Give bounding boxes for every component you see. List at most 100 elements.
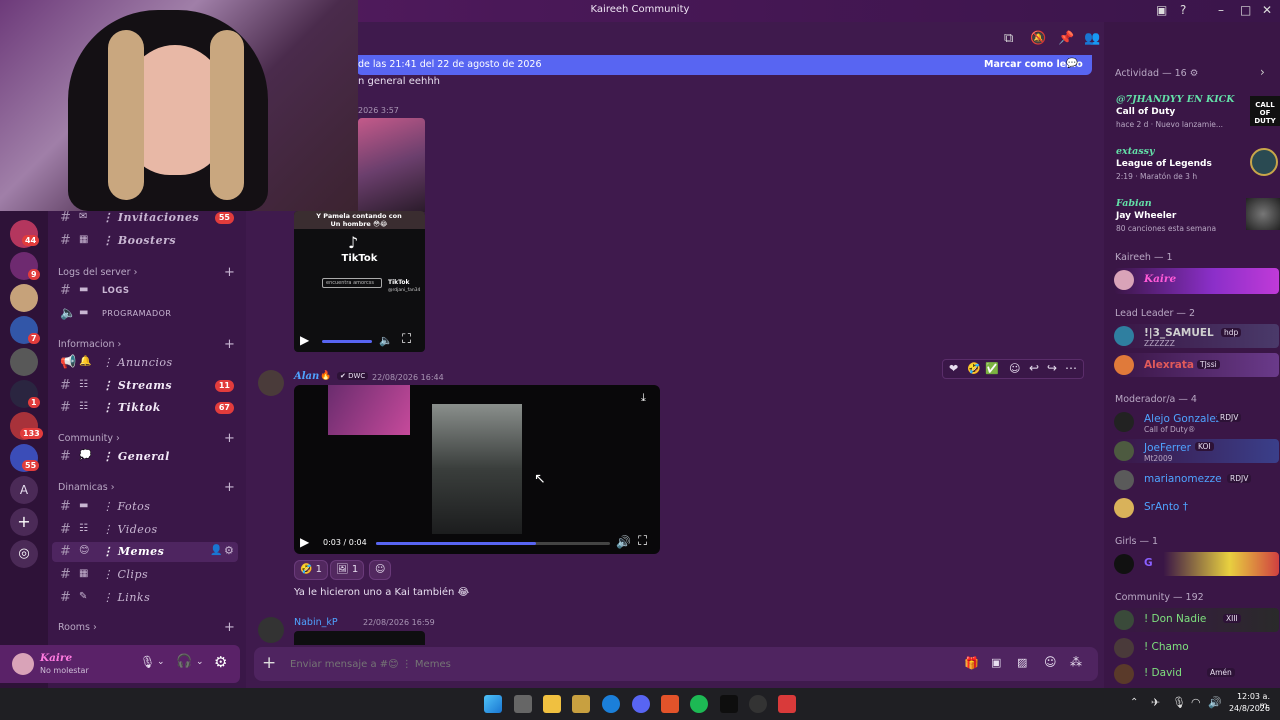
obs-icon[interactable] xyxy=(749,695,767,713)
channel-fotos[interactable]: # ▬ ⋮ Fotos xyxy=(48,497,238,517)
chevron-down-icon[interactable]: ⌄ xyxy=(157,657,165,667)
member-item[interactable]: ! Chamo xyxy=(1114,636,1279,660)
chevron-up-icon[interactable]: ⌃ xyxy=(1130,697,1138,708)
invite-icon[interactable]: 👤 xyxy=(210,545,222,556)
chevron-down-icon[interactable]: ⌄ xyxy=(196,657,204,667)
member-item[interactable]: Alejo Gonzalez RDJV Call of Duty® xyxy=(1114,410,1279,434)
mute-icon[interactable]: 🔕 xyxy=(1030,31,1046,46)
settings-icon[interactable]: ⚙ xyxy=(224,544,234,557)
video-progress[interactable] xyxy=(376,542,610,545)
video-player[interactable]: ⤓ ↖ ▶ 0:03 / 0:04 🔊 ⛶ xyxy=(294,385,660,554)
category-logs[interactable]: Logs del server › + xyxy=(58,265,238,280)
server-icon[interactable] xyxy=(10,348,38,376)
channel-clips[interactable]: # ▦ ⋮ Clips xyxy=(48,565,238,585)
volume-icon[interactable]: 🔊 xyxy=(1208,696,1222,709)
kick-icon[interactable] xyxy=(720,695,738,713)
activity-card[interactable]: extassy League of Legends 2:19 · Maratón… xyxy=(1114,146,1279,182)
channel-invitaciones[interactable]: # ✉ ⋮ Invitaciones 55 xyxy=(48,208,238,228)
headphones-icon[interactable]: 🎧 xyxy=(176,654,192,669)
reaction[interactable]: 🤣 1 xyxy=(294,560,329,580)
close-button[interactable]: ✕ xyxy=(1262,3,1272,17)
microphone-icon[interactable]: 🎙 xyxy=(140,655,155,669)
file-explorer-icon[interactable] xyxy=(543,695,561,713)
activity-card[interactable]: @7JHANDYY EN KICK Call of Duty hace 2 d … xyxy=(1114,94,1280,130)
member-item[interactable]: marianomezze RDJV xyxy=(1114,468,1279,492)
channel-anuncios[interactable]: 📢 🔔 ⋮ Anuncios xyxy=(48,353,238,373)
channel-boosters[interactable]: # ▦ ⋮ Boosters xyxy=(48,231,238,251)
channel-memes[interactable]: # 😊 ⋮ Memes 👤 ⚙ xyxy=(52,542,238,562)
gif-icon[interactable]: ▣ xyxy=(991,656,1001,669)
laugh-icon[interactable]: 🤣 xyxy=(967,362,981,375)
app-icon[interactable] xyxy=(778,695,796,713)
category-community[interactable]: Community › + xyxy=(58,431,238,446)
sticker-icon[interactable]: ▨ xyxy=(1017,656,1027,669)
wifi-icon[interactable]: ◠ xyxy=(1191,696,1201,709)
brave-icon[interactable] xyxy=(661,695,679,713)
threads-icon[interactable]: ⧉ xyxy=(1004,31,1013,46)
clock-date[interactable]: 24/8/2026 xyxy=(1226,704,1270,713)
message-author[interactable]: Nabin_kP xyxy=(294,617,338,628)
channel-tiktok[interactable]: # ☷ ⋮ Tiktok 67 xyxy=(48,398,238,418)
avatar[interactable] xyxy=(258,617,284,643)
network-icon[interactable]: ✈ xyxy=(1151,696,1160,709)
microphone-icon[interactable]: 🎙 xyxy=(1172,696,1186,709)
channel-programador[interactable]: 🔈 ▬ PROGRAMADOR xyxy=(48,304,238,324)
chevron-right-icon[interactable]: › xyxy=(1260,65,1265,79)
start-icon[interactable] xyxy=(484,695,502,713)
avatar[interactable] xyxy=(12,653,34,675)
add-channel-icon[interactable]: + xyxy=(224,480,235,495)
volume-icon[interactable]: 🔊 xyxy=(616,535,631,549)
member-item[interactable]: ! Don Nadie XIII xyxy=(1114,608,1279,632)
play-icon[interactable]: ▶ xyxy=(300,333,309,347)
maximize-button[interactable]: □ xyxy=(1240,3,1251,17)
video-preview[interactable] xyxy=(294,631,425,645)
pin-icon[interactable]: 📌 xyxy=(1058,31,1074,46)
server-icon[interactable] xyxy=(10,284,38,312)
emoji-icon[interactable]: ☺ xyxy=(1044,655,1057,669)
inbox-icon[interactable]: ▣ xyxy=(1156,3,1167,17)
avatar[interactable] xyxy=(258,370,284,396)
apps-icon[interactable]: ⁂ xyxy=(1070,655,1082,669)
volume-icon[interactable]: 🔈 xyxy=(379,334,393,347)
download-icon[interactable]: ⤓ xyxy=(641,391,646,405)
tiktok-video[interactable]: Y Pamela contando con Un hombre 😳😂 ♪ Tik… xyxy=(294,211,425,352)
channel-logs[interactable]: # ▬ LOGS xyxy=(48,281,238,301)
add-channel-icon[interactable]: + xyxy=(224,431,235,446)
activity-card[interactable]: Fabian Jay Wheeler 80 canciones esta sem… xyxy=(1114,198,1280,234)
add-reaction-button[interactable]: ☺ xyxy=(369,560,391,580)
fullscreen-icon[interactable]: ⛶ xyxy=(402,332,411,347)
member-item[interactable]: ! David Amén xyxy=(1114,662,1279,686)
channel-videos[interactable]: # ☷ ⋮ Videos xyxy=(48,520,238,540)
help-icon[interactable]: ? xyxy=(1180,3,1186,17)
category-dinamicas[interactable]: Dinamicas › + xyxy=(58,480,238,495)
member-item[interactable]: G xyxy=(1114,552,1279,576)
task-view-icon[interactable] xyxy=(514,695,532,713)
member-item[interactable]: Alexrata TJssi xyxy=(1114,353,1279,377)
user-settings-icon[interactable]: ⚙ xyxy=(214,653,227,671)
channel-links[interactable]: # ✎ ⋮ Links xyxy=(48,588,238,608)
volume-slider[interactable] xyxy=(322,340,372,343)
gift-icon[interactable]: 🎁 xyxy=(964,656,979,670)
member-item[interactable]: JoeFerrer KOI Mt2009 xyxy=(1114,439,1279,463)
add-server-icon[interactable]: + xyxy=(10,508,38,536)
member-item[interactable]: Kaire xyxy=(1114,268,1279,294)
attach-icon[interactable]: + xyxy=(262,653,276,673)
channel-general[interactable]: # 💭 ⋮ General xyxy=(48,447,238,467)
fullscreen-icon[interactable]: ⛶ xyxy=(638,534,647,549)
store-icon[interactable] xyxy=(572,695,590,713)
edge-icon[interactable] xyxy=(602,695,620,713)
forward-icon[interactable]: ↪ xyxy=(1047,361,1057,375)
heart-icon[interactable]: ❤ xyxy=(949,362,958,375)
channel-streams[interactable]: # ☷ ⋮ Streams 11 xyxy=(48,376,238,396)
spotify-icon[interactable] xyxy=(690,695,708,713)
more-icon[interactable]: ⋯ xyxy=(1065,361,1077,375)
reaction[interactable]: 🖼 1 xyxy=(330,560,365,580)
discord-icon[interactable] xyxy=(632,695,650,713)
server-letter-a[interactable]: A xyxy=(10,476,38,504)
category-informacion[interactable]: Informacion › + xyxy=(58,337,238,352)
member-item[interactable]: !|3_SAMUEL hdp ZZZZZZ xyxy=(1114,324,1279,348)
minimize-button[interactable]: – xyxy=(1218,3,1224,17)
play-icon[interactable]: ▶ xyxy=(300,535,309,549)
member-item[interactable]: SrAnto † xyxy=(1114,496,1279,520)
add-reaction-icon[interactable]: ☺ xyxy=(1009,362,1020,375)
